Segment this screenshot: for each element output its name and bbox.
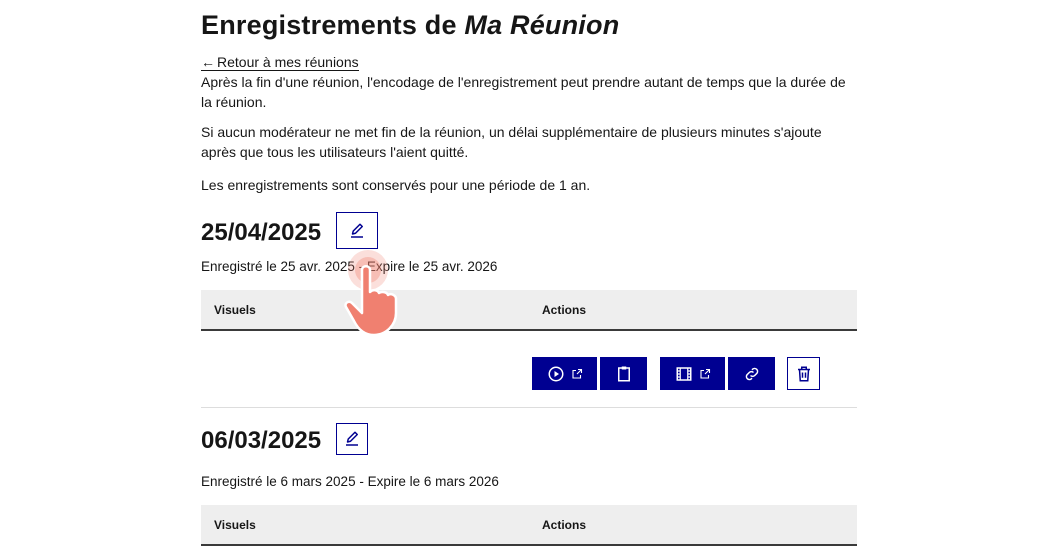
column-visuals: Visuels bbox=[214, 518, 256, 532]
back-to-meetings-link[interactable]: ← Retour à mes réunions bbox=[201, 54, 359, 71]
play-recording-button[interactable] bbox=[532, 357, 597, 390]
copy-video-link-button[interactable] bbox=[728, 357, 775, 390]
row-separator bbox=[201, 407, 857, 408]
pencil-icon bbox=[346, 431, 358, 446]
info-encoding: Après la fin d'une réunion, l'encodage d… bbox=[201, 74, 846, 110]
page-title: Enregistrements de Ma Réunion bbox=[201, 10, 619, 41]
edit-title-button[interactable] bbox=[336, 423, 368, 455]
open-video-button[interactable] bbox=[660, 357, 725, 390]
info-retention: Les enregistrements sont conservés pour … bbox=[201, 177, 591, 193]
column-actions: Actions bbox=[542, 303, 587, 317]
column-actions: Actions bbox=[542, 518, 587, 532]
trash-icon bbox=[797, 366, 810, 381]
recording-title: 06/03/2025 bbox=[201, 427, 322, 454]
clipboard-icon bbox=[617, 366, 630, 381]
copy-link-button[interactable] bbox=[600, 357, 647, 390]
recording-meta: Enregistré le 25 avr. 2025 - Expire le 2… bbox=[201, 259, 498, 274]
title-room-name: Ma Réunion bbox=[464, 10, 620, 40]
back-link-label: Retour à mes réunions bbox=[217, 54, 359, 70]
title-prefix: Enregistrements de bbox=[201, 10, 457, 40]
external-link-icon bbox=[699, 368, 710, 379]
film-icon bbox=[676, 366, 691, 381]
arrow-left-icon: ← bbox=[201, 54, 215, 70]
recording-meta: Enregistré le 6 mars 2025 - Expire le 6 … bbox=[201, 474, 499, 489]
play-icon bbox=[548, 366, 563, 381]
table-header: Visuels Actions bbox=[201, 505, 857, 546]
link-icon bbox=[745, 367, 758, 380]
pencil-icon bbox=[351, 223, 363, 238]
column-visuals: Visuels bbox=[214, 303, 256, 317]
recording-title: 25/04/2025 bbox=[201, 219, 322, 246]
info-moderator: Si aucun modérateur ne met fin de la réu… bbox=[201, 124, 822, 160]
external-link-icon bbox=[571, 368, 582, 379]
table-header: Visuels Actions bbox=[201, 290, 857, 331]
edit-title-button[interactable] bbox=[336, 212, 378, 249]
delete-recording-button[interactable] bbox=[787, 357, 820, 390]
